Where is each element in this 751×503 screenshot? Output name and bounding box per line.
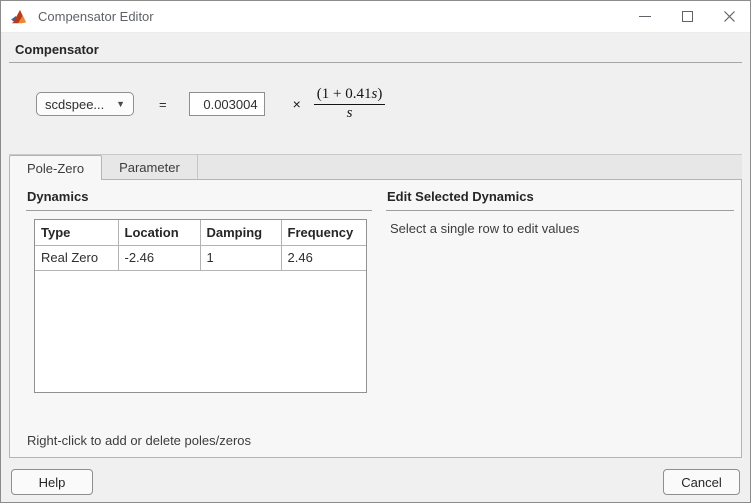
close-icon xyxy=(723,10,736,23)
dynamics-section-label: Dynamics xyxy=(27,189,88,204)
poles-zeros-hint: Right-click to add or delete poles/zeros xyxy=(27,433,251,448)
column-header-location[interactable]: Location xyxy=(118,220,200,245)
fraction-numerator: (1 + 0.41s) xyxy=(314,86,386,105)
compensator-editor-window: Compensator Editor Compensator scdspee..… xyxy=(0,0,751,503)
cell-damping[interactable]: 1 xyxy=(200,245,281,270)
table-header-row: Type Location Damping Frequency xyxy=(35,220,367,245)
fraction-denominator: s xyxy=(314,105,386,122)
compensator-section-label: Compensator xyxy=(15,42,99,57)
cancel-button[interactable]: Cancel xyxy=(663,469,740,495)
minimize-button[interactable] xyxy=(624,1,666,32)
maximize-icon xyxy=(682,11,693,22)
window-title: Compensator Editor xyxy=(38,9,154,24)
cell-type[interactable]: Real Zero xyxy=(35,245,118,270)
cell-location[interactable]: -2.46 xyxy=(118,245,200,270)
equals-sign: = xyxy=(159,97,167,112)
column-header-damping[interactable]: Damping xyxy=(200,220,281,245)
tab-parameter[interactable]: Parameter xyxy=(102,155,198,179)
table-row[interactable]: Real Zero -2.46 1 2.46 xyxy=(35,245,367,270)
window-controls xyxy=(624,1,750,32)
edit-dynamics-divider xyxy=(386,210,734,211)
compensator-select-value: scdspee... xyxy=(45,97,104,112)
titlebar: Compensator Editor xyxy=(1,1,750,33)
matlab-logo-icon xyxy=(11,9,29,25)
tabstrip: Pole-Zero Parameter xyxy=(9,154,742,180)
column-header-type[interactable]: Type xyxy=(35,220,118,245)
dynamics-divider xyxy=(26,210,372,211)
pole-zero-panel: Dynamics Edit Selected Dynamics Select a… xyxy=(9,180,742,458)
tab-pole-zero[interactable]: Pole-Zero xyxy=(9,155,102,180)
section-divider xyxy=(9,62,742,63)
maximize-button[interactable] xyxy=(666,1,708,32)
compensator-select[interactable]: scdspee... ▼ xyxy=(36,92,134,116)
edit-dynamics-section-label: Edit Selected Dynamics xyxy=(387,189,534,204)
compensator-formula: scdspee... ▼ = × (1 + 0.41s) s xyxy=(36,83,385,125)
minimize-icon xyxy=(639,16,651,17)
multiply-sign: × xyxy=(293,96,301,112)
close-button[interactable] xyxy=(708,1,750,32)
gain-input[interactable] xyxy=(189,92,265,116)
edit-dynamics-message: Select a single row to edit values xyxy=(390,221,579,236)
column-header-frequency[interactable]: Frequency xyxy=(281,220,367,245)
chevron-down-icon: ▼ xyxy=(116,99,125,109)
cell-frequency[interactable]: 2.46 xyxy=(281,245,367,270)
dynamics-table: Type Location Damping Frequency Real Zer… xyxy=(34,219,367,393)
help-button[interactable]: Help xyxy=(11,469,93,495)
transfer-function-fraction: (1 + 0.41s) s xyxy=(314,86,386,123)
